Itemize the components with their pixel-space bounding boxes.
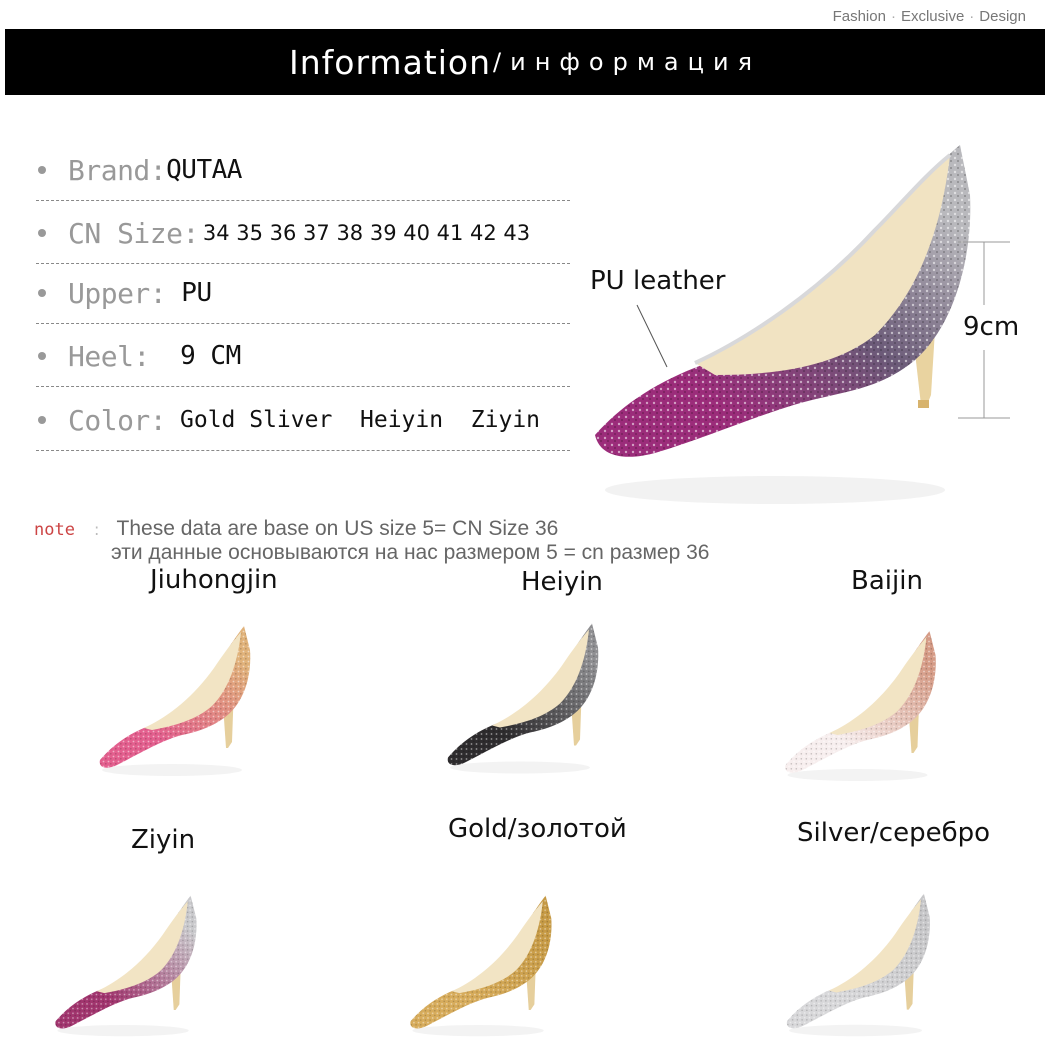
- variant-name: Gold/золотой: [448, 814, 627, 844]
- spec-label: Brand:: [68, 153, 167, 187]
- bullet-icon: [38, 229, 46, 237]
- spec-value: Gold Sliver Heiyin Ziyin: [166, 407, 541, 433]
- note-colon: :: [94, 520, 100, 539]
- spec-value: 34 35 36 37 38 39 40 41 42 43: [202, 221, 531, 245]
- spec-label: Heel:: [68, 339, 150, 373]
- spec-label: Color:: [68, 403, 167, 437]
- spec-value: 9 CM: [149, 341, 241, 371]
- note-line-1: These data are base on US size 5= CN Siz…: [116, 517, 559, 540]
- spec-row-heel: Heel: 9 CM: [36, 326, 570, 387]
- pu-leather-label: PU leather: [590, 266, 726, 296]
- spec-row-upper: Upper: PU: [36, 263, 570, 324]
- variant-shoe-image: [410, 895, 552, 1037]
- tagline: Fashion · Exclusive · Design: [833, 8, 1026, 25]
- banner-title-en: Information: [288, 42, 492, 82]
- variant-shoe-image: [99, 626, 251, 776]
- variant-name: Baijin: [851, 566, 923, 596]
- variant-shoe-image: [447, 623, 599, 774]
- spec-value: PU: [166, 278, 212, 308]
- spec-value: QUTAA: [166, 155, 242, 185]
- spec-label: Upper:: [68, 276, 167, 310]
- variant-name: Jiuhongjin: [150, 565, 278, 595]
- tagline-separator: ·: [969, 8, 975, 25]
- header-banner: Information/информация: [5, 29, 1045, 95]
- spec-row-size: CN Size: 34 35 36 37 38 39 40 41 42 43: [36, 203, 570, 264]
- tagline-exclusive: Exclusive: [900, 8, 965, 25]
- variant-name: Heiyin: [521, 567, 603, 597]
- heel-height-label: 9cm: [963, 312, 1020, 342]
- tagline-separator: ·: [890, 8, 896, 25]
- spec-label: CN Size:: [68, 216, 199, 250]
- banner-title-ru: /информация: [493, 48, 762, 76]
- variant-name: Ziyin: [131, 825, 196, 855]
- tagline-fashion: Fashion: [832, 8, 886, 25]
- note-line-2: эти данные основываются на нас размером …: [111, 541, 710, 564]
- tagline-design: Design: [979, 8, 1026, 25]
- bullet-icon: [38, 416, 46, 424]
- variant-shoe-image: [55, 895, 197, 1037]
- variant-shoe-image: [786, 893, 930, 1037]
- spec-row-color: Color: Gold Sliver Heiyin Ziyin: [36, 390, 570, 451]
- bullet-icon: [38, 289, 46, 297]
- variant-name: Silver/серебро: [797, 818, 991, 848]
- note-word: note: [34, 520, 75, 540]
- bullet-icon: [38, 166, 46, 174]
- note: note : These data are base on US size 5=…: [34, 517, 558, 541]
- spec-row-brand: Brand: QUTAA: [36, 140, 570, 201]
- bullet-icon: [38, 352, 46, 360]
- variant-shoe-image: [785, 631, 936, 781]
